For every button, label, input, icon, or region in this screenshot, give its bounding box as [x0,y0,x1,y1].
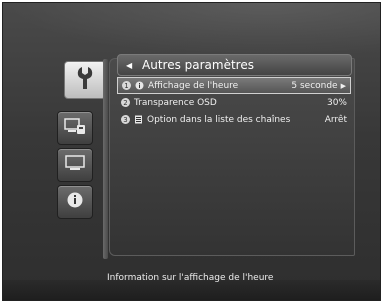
menu-item-value: 5 seconde [291,80,338,91]
item-number-badge: 2 [121,98,130,107]
item-number-badge: 3 [121,115,130,124]
chevron-right-icon[interactable]: ▶ [341,82,346,90]
sidebar-item-info[interactable] [57,185,93,219]
network-settings-icon [63,116,87,140]
list-icon [134,115,143,124]
item-number-badge: 1 [122,81,131,90]
menu-title-bar: ◀ Autres paramètres [117,54,352,76]
sidebar-item-settings[interactable] [64,61,106,99]
back-arrow-icon[interactable]: ◀ [126,61,134,70]
menu-item-label: Affichage de l'heure [148,80,239,91]
info-icon [66,191,84,213]
menu-item-value: 30% [326,97,347,108]
menu-item-time-display[interactable]: 1 Affichage de l'heure 5 seconde ▶ [117,77,351,94]
sidebar-rail [103,59,108,259]
menu-item-channel-list-option[interactable]: 3 Option dans la liste des chaînes Arrêt [117,111,351,128]
settings-list: 1 Affichage de l'heure 5 seconde ▶ 2 Tra… [117,77,351,128]
sidebar-item-network[interactable] [57,111,93,145]
menu-item-label: Transparence OSD [134,97,217,108]
menu-item-label: Option dans la liste des chaînes [147,114,291,125]
page-title: Autres paramètres [142,58,254,72]
menu-item-osd-transparency[interactable]: 2 Transparence OSD 30% [117,94,351,111]
wrench-icon [74,65,96,95]
sidebar-item-display[interactable] [57,148,93,182]
bottom-band [3,280,380,300]
info-icon [135,81,144,90]
menu-item-value: Arrêt [324,114,347,125]
help-text: Information sur l'affichage de l'heure [107,273,274,283]
screen-icon [64,154,86,176]
tv-screen: ◀ Autres paramètres 1 Affichage de l'heu… [2,2,381,301]
